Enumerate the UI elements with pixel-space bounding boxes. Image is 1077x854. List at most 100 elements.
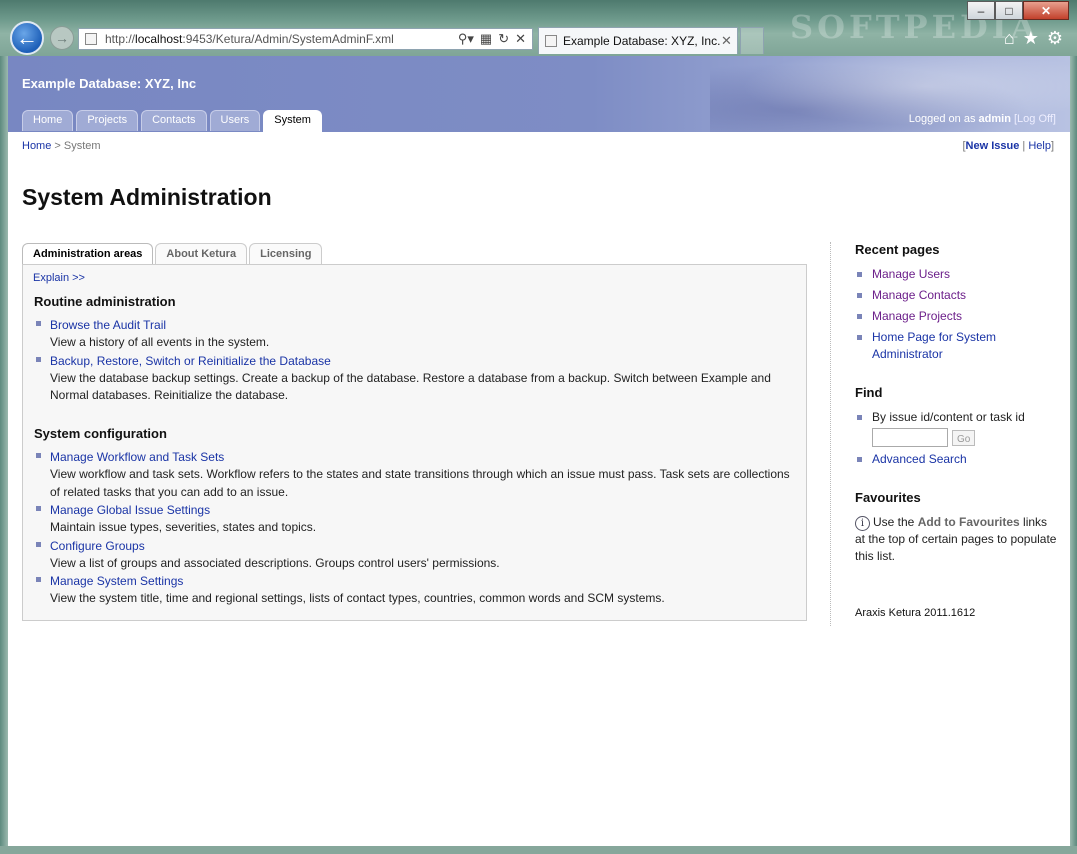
bullet-icon — [857, 335, 862, 340]
manage-workflow-link[interactable]: Manage Workflow and Task Sets — [50, 449, 799, 466]
help-link[interactable]: Help — [1028, 140, 1051, 152]
star-icon[interactable]: ★ — [1023, 28, 1039, 49]
list-item: Manage Global Issue Settings Maintain is… — [34, 502, 799, 537]
item-description: View the system title, time and regional… — [50, 591, 665, 605]
item-description: View a history of all events in the syst… — [50, 335, 270, 349]
bullet-icon — [857, 314, 862, 319]
explain-link[interactable]: Explain >> — [33, 272, 85, 284]
sidebar: Recent pages Manage Users Manage Contact… — [855, 242, 1060, 565]
close-window-button[interactable]: ✕ — [1023, 1, 1069, 20]
bullet-icon — [36, 321, 41, 326]
nav-tab-contacts[interactable]: Contacts — [141, 110, 207, 131]
window-controls: – □ ✕ — [967, 1, 1069, 20]
routine-list: Browse the Audit Trail View a history of… — [34, 317, 799, 406]
window-border-left — [0, 56, 8, 854]
address-bar[interactable]: http://localhost:9453/Ketura/Admin/Syste… — [78, 28, 533, 50]
item-description: View workflow and task sets. Workflow re… — [50, 467, 790, 499]
recent-pages-heading: Recent pages — [855, 242, 940, 257]
column-divider — [830, 242, 831, 626]
routine-heading: Routine administration — [34, 294, 176, 309]
nav-tab-users[interactable]: Users — [209, 110, 261, 131]
find-heading: Find — [855, 385, 883, 400]
page-icon — [545, 35, 557, 47]
list-item: Configure Groups View a list of groups a… — [34, 538, 799, 573]
list-item: Manage Users — [855, 266, 1060, 283]
find-list: By issue id/content or task id Go Advanc… — [855, 409, 1060, 468]
go-button[interactable]: Go — [952, 430, 976, 446]
close-tab-icon[interactable]: ✕ — [721, 33, 737, 49]
home-icon[interactable]: ⌂ — [1004, 28, 1015, 49]
config-list: Manage Workflow and Task Sets View workf… — [34, 449, 799, 609]
list-item: Browse the Audit Trail View a history of… — [34, 317, 799, 352]
minimize-button[interactable]: – — [967, 1, 995, 20]
recent-pages-list: Manage Users Manage Contacts Manage Proj… — [855, 266, 1060, 363]
advanced-search-link[interactable]: Advanced Search — [872, 452, 967, 466]
window-border-bottom — [0, 846, 1077, 854]
list-item: Advanced Search — [855, 451, 1060, 468]
tab-administration-areas[interactable]: Administration areas — [22, 243, 154, 266]
new-issue-link[interactable]: New Issue — [966, 140, 1020, 152]
gear-icon[interactable]: ⚙ — [1047, 28, 1063, 49]
item-description: Maintain issue types, severities, states… — [50, 520, 317, 534]
breadcrumb-home[interactable]: Home — [22, 140, 51, 152]
new-tab-button[interactable] — [740, 27, 764, 54]
list-item: Manage Workflow and Task Sets View workf… — [34, 449, 799, 501]
nav-tab-system[interactable]: System — [263, 110, 322, 132]
admin-panel: Explain >> Routine administration Browse… — [22, 264, 807, 621]
bullet-icon — [857, 415, 862, 420]
bullet-icon — [36, 453, 41, 458]
page-viewport: Example Database: XYZ, Inc Home Projects… — [8, 56, 1070, 846]
bullet-icon — [857, 293, 862, 298]
breadcrumb: Home > System — [22, 140, 101, 152]
compat-view-icon[interactable]: ▦ — [480, 31, 492, 47]
bullet-icon — [857, 457, 862, 462]
refresh-icon[interactable]: ↻ — [498, 31, 509, 47]
item-description: View a list of groups and associated des… — [50, 555, 500, 570]
logged-user: admin — [978, 113, 1011, 125]
recent-manage-contacts-link[interactable]: Manage Contacts — [872, 288, 966, 302]
audit-trail-link[interactable]: Browse the Audit Trail — [50, 317, 799, 334]
global-issue-settings-link[interactable]: Manage Global Issue Settings — [50, 502, 799, 519]
logoff-link[interactable]: [Log Off] — [1014, 113, 1056, 125]
subtabs: Administration areas About Ketura Licens… — [22, 243, 323, 266]
list-item: Home Page for System Administrator — [855, 329, 1060, 363]
bullet-icon — [36, 541, 41, 547]
page-title: System Administration — [22, 184, 272, 210]
find-input[interactable] — [872, 428, 948, 447]
url-text[interactable]: http://localhost:9453/Ketura/Admin/Syste… — [105, 32, 458, 46]
backup-restore-link[interactable]: Backup, Restore, Switch or Reinitialize … — [50, 353, 799, 370]
back-button[interactable]: ← — [10, 21, 44, 55]
browser-tab[interactable]: Example Database: XYZ, Inc... ✕ — [538, 27, 738, 54]
top-links: [New Issue | Help] — [962, 140, 1054, 152]
list-item: Manage System Settings View the system t… — [34, 573, 799, 608]
forward-button[interactable]: → — [50, 26, 74, 50]
nav-tab-home[interactable]: Home — [22, 110, 74, 131]
tab-title: Example Database: XYZ, Inc... — [563, 34, 721, 48]
app-header: Example Database: XYZ, Inc Home Projects… — [8, 56, 1070, 132]
favourites-heading: Favourites — [855, 490, 921, 505]
recent-manage-projects-link[interactable]: Manage Projects — [872, 309, 962, 323]
logon-status: Logged on as admin [Log Off] — [908, 113, 1056, 125]
item-description: View the database backup settings. Creat… — [50, 370, 771, 403]
version-text: Araxis Ketura 2011.1612 — [855, 607, 976, 619]
list-item: Backup, Restore, Switch or Reinitialize … — [34, 353, 799, 405]
tab-licensing[interactable]: Licensing — [249, 243, 323, 265]
maximize-button[interactable]: □ — [995, 1, 1023, 20]
config-heading: System configuration — [34, 426, 167, 441]
bullet-icon — [36, 577, 41, 582]
main-nav: Home Projects Contacts Users System — [22, 110, 322, 132]
nav-tab-projects[interactable]: Projects — [76, 110, 139, 131]
search-icon[interactable]: ⚲▾ — [458, 31, 474, 47]
system-settings-link[interactable]: Manage System Settings — [50, 573, 799, 590]
browser-titlebar: SOFTPEDIA – □ ✕ ← → http://localhost:945… — [0, 0, 1077, 56]
stop-icon[interactable]: ✕ — [515, 31, 526, 47]
list-item: By issue id/content or task id Go — [855, 409, 1060, 447]
window-border-right — [1070, 56, 1077, 854]
configure-groups-link[interactable]: Configure Groups — [50, 538, 799, 555]
bullet-icon — [857, 272, 862, 277]
tab-about-ketura[interactable]: About Ketura — [155, 243, 248, 265]
bullet-icon — [36, 506, 41, 511]
recent-manage-users-link[interactable]: Manage Users — [872, 267, 950, 281]
recent-home-page-link[interactable]: Home Page for System Administrator — [872, 330, 996, 361]
breadcrumb-current: System — [63, 140, 101, 152]
